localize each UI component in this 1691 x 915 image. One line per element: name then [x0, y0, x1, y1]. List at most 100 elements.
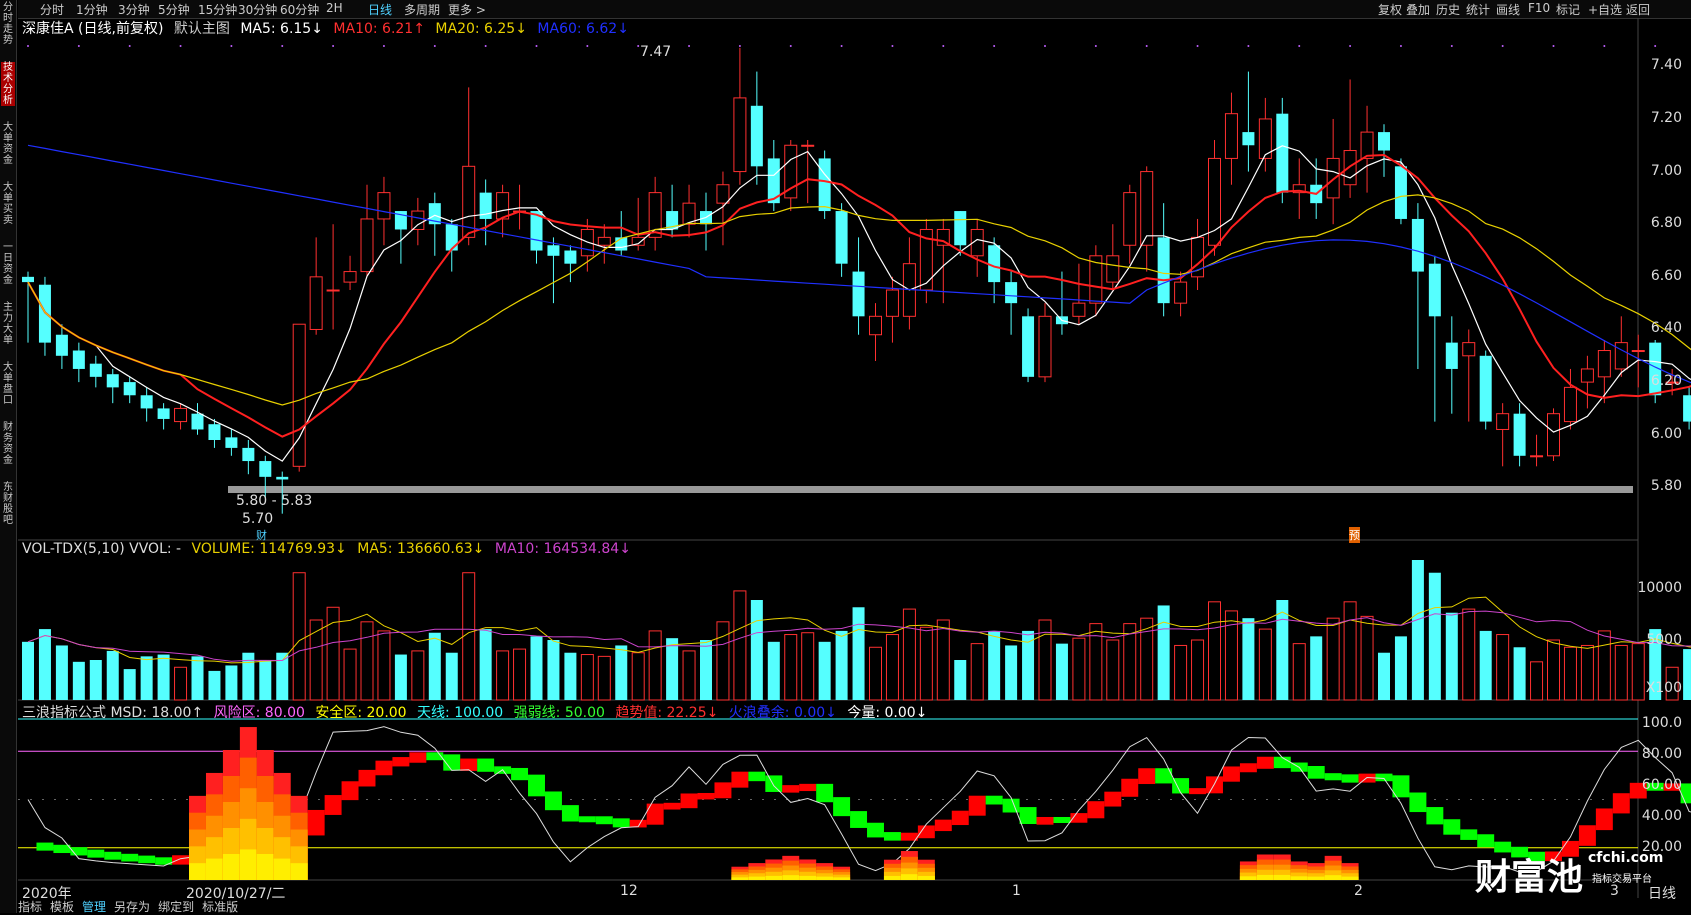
volume-bar	[1072, 637, 1086, 701]
volume-bar	[72, 661, 85, 700]
volume-bar	[835, 630, 848, 700]
bottom-tab-0[interactable]: 指标	[18, 900, 42, 914]
bottom-tab-4[interactable]: 绑定到	[158, 900, 194, 914]
price-axis-tick: 5.80	[1650, 478, 1682, 495]
date-label: 3	[1610, 883, 1619, 899]
candle	[700, 192, 712, 251]
volume-bar	[733, 590, 747, 701]
candle	[411, 197, 425, 246]
trend-ribbon	[409, 752, 427, 763]
watermark-site: cfchi.com	[1588, 850, 1664, 866]
trend-ribbon	[1341, 774, 1359, 783]
volume-bar	[954, 660, 967, 700]
candle	[1597, 340, 1611, 404]
event-dot	[1349, 45, 1352, 47]
date-label: 12	[620, 883, 638, 899]
fire-wave-bar	[816, 876, 834, 880]
fire-wave-bar	[290, 863, 308, 880]
candle-body	[1242, 132, 1255, 146]
event-dot	[1196, 45, 1199, 47]
candle-body	[1174, 281, 1188, 304]
fire-wave-bar	[222, 853, 240, 880]
volume-bar	[1394, 636, 1407, 700]
trend-ribbon	[985, 795, 1003, 805]
volume-bar	[1310, 636, 1323, 700]
high-price-marker: 7.47	[640, 44, 672, 60]
candle	[615, 211, 628, 256]
volume-bar	[292, 572, 306, 701]
trend-ribbon	[1239, 763, 1257, 773]
candle-body	[208, 424, 221, 440]
candle	[242, 440, 255, 475]
trend-ribbon	[1189, 788, 1207, 795]
forecast-marker[interactable]: 预	[1349, 527, 1360, 543]
volume-bar	[1089, 623, 1103, 701]
candle	[564, 245, 577, 283]
volume-bar	[513, 648, 527, 701]
event-dot	[1654, 45, 1657, 47]
trend-ribbon	[1460, 829, 1478, 840]
candle	[1360, 105, 1374, 193]
candle-body	[157, 408, 170, 419]
financial-report-marker[interactable]: 财	[256, 527, 267, 543]
candle	[547, 237, 560, 304]
trend-ribbon	[1426, 807, 1444, 825]
candle-body	[1106, 255, 1120, 283]
candle	[123, 376, 136, 404]
indicator-axis-tick: 80.00	[1641, 746, 1682, 762]
volume-axis-tick: 10000	[1637, 580, 1682, 596]
candle-body	[72, 350, 85, 369]
candle-body	[818, 158, 831, 212]
candle	[1072, 263, 1086, 325]
candle-body	[1580, 368, 1594, 383]
candle-body	[1326, 157, 1340, 199]
fire-wave-bar	[1256, 874, 1274, 880]
trend-ribbon	[1578, 825, 1596, 846]
trend-ribbon	[528, 774, 545, 797]
volume-bar	[750, 600, 763, 700]
volume-bar	[1326, 617, 1340, 701]
trend-ribbon	[612, 818, 630, 828]
date-label: 2	[1354, 883, 1363, 899]
volume-bar	[1191, 639, 1205, 701]
volume-bar	[818, 641, 831, 700]
candle-body	[1276, 113, 1289, 193]
candle-body	[1513, 413, 1526, 456]
fire-wave-bar	[917, 875, 935, 880]
candle-body	[1496, 413, 1510, 430]
candle-body	[1530, 455, 1544, 458]
trend-ribbon	[375, 760, 393, 776]
trend-ribbon	[968, 795, 986, 816]
trend-ribbon	[731, 771, 749, 788]
trend-ribbon	[883, 832, 901, 841]
fire-wave-bar	[256, 853, 274, 880]
volume-bar	[1157, 605, 1170, 700]
event-dot	[993, 45, 996, 47]
candle	[1496, 403, 1510, 467]
candle-body	[276, 476, 289, 480]
candle-body	[954, 211, 967, 246]
fire-wave-bar	[273, 858, 291, 880]
kline-chart[interactable]	[0, 0, 1691, 913]
fire-wave-bar	[1341, 876, 1359, 880]
candle	[1242, 71, 1255, 172]
event-dot	[77, 45, 80, 47]
price-axis-tick: 6.40	[1650, 320, 1682, 337]
candle	[1191, 218, 1205, 290]
bottom-tab-5[interactable]: 标准版	[202, 900, 238, 914]
volume-bar	[140, 656, 153, 700]
volume-bar	[580, 654, 594, 701]
price-axis-tick: 6.80	[1650, 215, 1682, 232]
bottom-tab-3[interactable]: 另存为	[114, 900, 150, 914]
trend-ribbon	[1307, 765, 1325, 779]
volume-bar	[1208, 601, 1221, 701]
trend-ribbon	[172, 855, 190, 865]
candle-body	[343, 271, 357, 283]
candle-body	[1360, 131, 1374, 159]
candle	[343, 255, 357, 290]
candle	[1089, 245, 1103, 317]
bottom-tab-1[interactable]: 模板	[50, 900, 74, 914]
volume-bar	[123, 669, 136, 700]
bottom-tab-2[interactable]: 管理	[82, 900, 106, 914]
candle-body	[1038, 315, 1052, 378]
